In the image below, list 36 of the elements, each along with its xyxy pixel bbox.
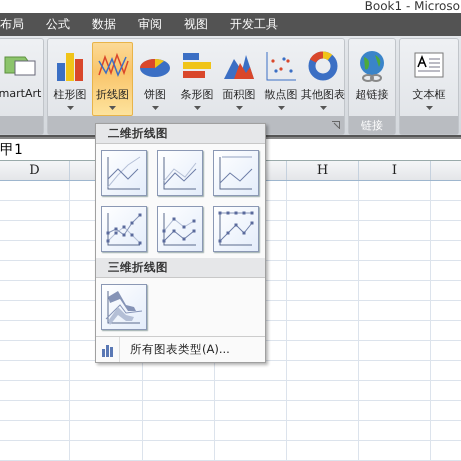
chart-type-option[interactable] bbox=[213, 150, 259, 196]
menu-section-title: 三维折线图 bbox=[108, 260, 168, 275]
ribbon-button[interactable]: 条形图 bbox=[177, 42, 217, 116]
menu-section-title: 二维折线图 bbox=[108, 126, 168, 141]
ribbon-tab[interactable]: 公式 bbox=[35, 14, 81, 36]
window-title: Book1 - Microso bbox=[364, 0, 460, 13]
ribbon-button[interactable]: 文本框 bbox=[409, 42, 449, 116]
ribbon-button[interactable]: martArt bbox=[0, 42, 42, 116]
chart-type-option[interactable] bbox=[157, 206, 203, 252]
ribbon-button[interactable]: 饼图 bbox=[135, 42, 175, 116]
column-header[interactable]: H bbox=[316, 163, 328, 178]
ribbon-tab[interactable]: 审阅 bbox=[127, 14, 173, 36]
column-header[interactable]: D bbox=[29, 163, 40, 178]
ribbon-tab[interactable]: 数据 bbox=[81, 14, 127, 36]
ribbon-button[interactable]: 其他图表 bbox=[303, 42, 343, 116]
column-header[interactable]: I bbox=[392, 163, 398, 178]
all-chart-types-item[interactable]: 所有图表类型(A)... bbox=[120, 342, 230, 357]
ribbon-button[interactable]: 散点图 bbox=[261, 42, 301, 116]
ribbon-tab[interactable]: 视图 bbox=[173, 14, 219, 36]
ribbon-button[interactable]: 折线图 bbox=[92, 42, 133, 116]
chart-type-option[interactable] bbox=[213, 206, 259, 252]
chart-icon bbox=[100, 342, 114, 356]
chart-type-option[interactable] bbox=[157, 150, 203, 196]
chart-type-option[interactable] bbox=[101, 150, 147, 196]
dialog-launcher-icon[interactable] bbox=[332, 121, 340, 129]
doughnut-chart-icon bbox=[306, 49, 340, 83]
ribbon-button[interactable]: 面积图 bbox=[219, 42, 259, 116]
group-label: 链接 bbox=[361, 118, 383, 132]
name-box[interactable]: 甲1 bbox=[0, 140, 22, 158]
ribbon-tab[interactable]: 布局 bbox=[0, 14, 35, 36]
chart-type-option[interactable] bbox=[101, 284, 147, 330]
ribbon-button[interactable]: 柱形图 bbox=[50, 42, 90, 116]
chart-type-option[interactable] bbox=[101, 206, 147, 252]
ribbon-tab[interactable]: 开发工具 bbox=[219, 14, 289, 36]
scatter-chart-icon bbox=[264, 49, 298, 83]
ribbon-button[interactable]: 超链接 bbox=[352, 42, 392, 116]
